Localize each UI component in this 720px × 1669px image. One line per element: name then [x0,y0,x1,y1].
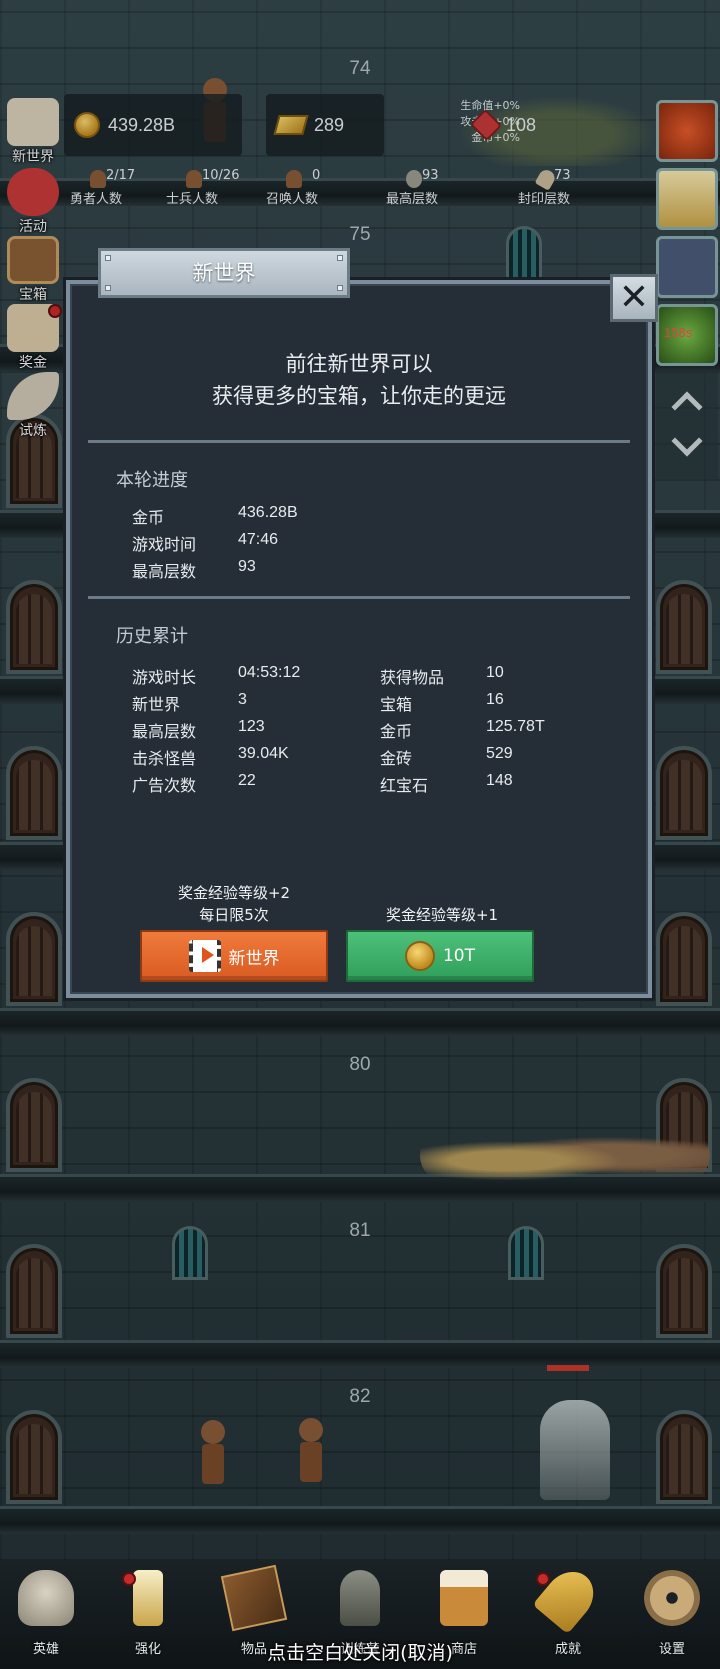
stat-key: 红宝石 [380,776,429,795]
stat-key: 金币 [132,508,165,527]
round-progress-title: 本轮进度 [116,470,188,491]
stat-key: 最高层数 [132,562,197,581]
stat-value: 10 [486,664,504,681]
rivet [337,255,343,261]
stat-value: 93 [238,558,256,575]
watch-ad-new-world-button[interactable]: 新世界 [140,930,328,982]
beer-icon [440,1570,488,1626]
lantern-icon [340,1570,380,1626]
stat-value: 123 [238,718,265,735]
stat-value: 04:53:12 [238,664,301,681]
stat-value: 125.78T [486,718,545,735]
history-title: 历史累计 [116,626,188,647]
candle-icon [133,1570,163,1626]
notification-dot [122,1572,136,1586]
button-label: 新世界 [228,948,280,969]
close-icon: ✕ [618,277,650,318]
coin-icon [404,941,435,971]
intro-line: 前往新世界可以 [285,352,433,376]
note-line: 奖金经验等级+2 [177,884,291,902]
stat-key: 金币 [380,722,413,741]
stat-key: 游戏时长 [132,668,197,687]
dialog-intro: 前往新世界可以 获得更多的宝箱，让你走的更远 [70,348,648,412]
button-label: 10T [442,946,476,966]
note-line: 每日限5次 [199,906,269,924]
stat-key: 获得物品 [380,668,445,687]
divider [88,596,630,599]
divider [88,440,630,443]
stat-key: 最高层数 [132,722,197,741]
dialog-title: 新世界 [192,261,256,285]
skull-icon [18,1570,74,1626]
book-icon [220,1564,288,1632]
stat-key: 游戏时间 [132,535,197,554]
gear-icon [644,1570,700,1626]
stat-key: 宝箱 [380,695,413,714]
coin-option-note: 奖金经验等级+1 [385,906,499,924]
new-world-dialog: 前往新世界可以 获得更多的宝箱，让你走的更远 本轮进度 金币 436.28B 游… [66,280,652,998]
rivet [337,285,343,291]
stat-value: 148 [486,772,513,789]
stat-value: 39.04K [238,745,289,762]
dialog-title-tab: 新世界 [98,248,350,298]
notification-dot [536,1572,550,1586]
tap-outside-to-close-hint: 点击空白处关闭(取消) [267,1642,453,1664]
stat-value: 529 [486,745,513,762]
stat-value: 16 [486,691,504,708]
stat-key: 击杀怪兽 [132,749,197,768]
stat-value: 436.28B [238,504,298,521]
video-ad-icon [188,940,221,972]
pay-coins-new-world-button[interactable]: 10T [346,930,534,982]
rivet [105,285,111,291]
stat-value: 3 [238,691,247,708]
rivet [105,255,111,261]
ad-option-note: 奖金经验等级+2 每日限5次 [136,882,332,926]
intro-line: 获得更多的宝箱，让你走的更远 [212,384,506,408]
stat-key: 新世界 [132,695,181,714]
stat-value: 22 [238,772,256,789]
dialog-close-button[interactable]: ✕ [610,274,658,322]
stat-key: 广告次数 [132,776,197,795]
stat-key: 金砖 [380,749,413,768]
stat-value: 47:46 [238,531,279,548]
